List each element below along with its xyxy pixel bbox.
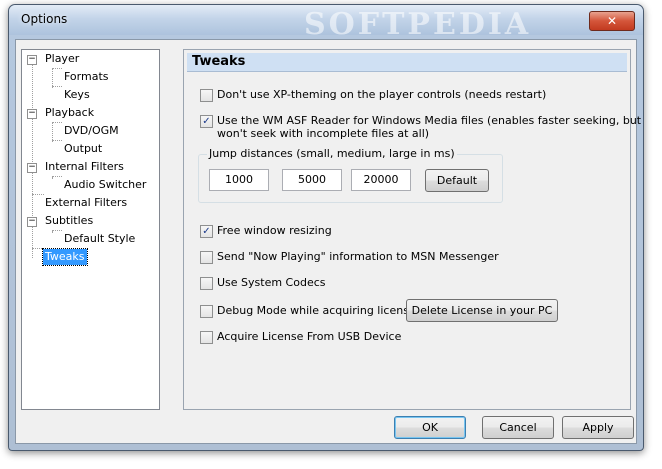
tree-item-label: Default Style: [64, 232, 136, 245]
apply-button[interactable]: Apply: [562, 416, 634, 439]
tree-item-default-style[interactable]: Default Style: [22, 231, 157, 249]
system-codecs-label: Use System Codecs: [217, 276, 326, 289]
jump-medium-input[interactable]: 5000: [282, 169, 342, 191]
wm-asf-label-line2: won't seek with incomplete files at all): [217, 127, 430, 140]
debug-mode-label: Debug Mode while acquiring license.: [217, 304, 420, 317]
wm-asf-checkbox[interactable]: ✓: [200, 115, 213, 128]
close-button[interactable]: ✕: [589, 11, 635, 31]
tree-item-label: Formats: [64, 70, 109, 83]
jump-small-input[interactable]: 1000: [209, 169, 269, 191]
collapse-icon[interactable]: −: [27, 217, 37, 227]
collapse-icon[interactable]: −: [27, 55, 37, 65]
tree-item-player[interactable]: − Player: [22, 51, 157, 69]
debug-mode-checkbox[interactable]: [200, 305, 213, 318]
check-icon: ✓: [202, 226, 211, 237]
free-resize-label: Free window resizing: [217, 224, 332, 237]
tree-item-tweaks[interactable]: Tweaks: [22, 248, 157, 267]
options-tree[interactable]: − Player Formats Keys − Playback DVD/OGM…: [21, 49, 160, 410]
dialog-client: − Player Formats Keys − Playback DVD/OGM…: [15, 39, 641, 444]
delete-license-button[interactable]: Delete License in your PC: [406, 299, 558, 322]
collapse-icon[interactable]: −: [27, 163, 37, 173]
panel-header: Tweaks: [187, 53, 627, 72]
xp-theming-checkbox[interactable]: [200, 89, 213, 102]
tweaks-panel: Tweaks Don't use XP-theming on the playe…: [183, 49, 641, 410]
tree-item-subtitles[interactable]: − Subtitles: [22, 213, 157, 231]
default-button[interactable]: Default: [425, 169, 489, 192]
tree-item-output[interactable]: Output: [22, 141, 157, 159]
tree-item-keys[interactable]: Keys: [22, 87, 157, 105]
page-title: Tweaks: [192, 54, 246, 69]
tree-item-formats[interactable]: Formats: [22, 69, 157, 87]
now-playing-label: Send "Now Playing" information to MSN Me…: [217, 250, 499, 263]
tree-item-label: Audio Switcher: [64, 178, 147, 191]
usb-license-checkbox[interactable]: [200, 331, 213, 344]
window-title: Options: [21, 12, 68, 26]
close-icon: ✕: [606, 14, 618, 28]
title-bar[interactable]: Options SOFTPEDIA ✕: [9, 5, 643, 42]
tree-item-label: Output: [64, 142, 103, 155]
tree-item-label: Internal Filters: [45, 160, 124, 173]
tree-item-playback[interactable]: − Playback: [22, 105, 157, 123]
tree-item-label: Player: [45, 52, 80, 65]
tree-item-label: Keys: [64, 88, 90, 101]
tree-item-audio-switcher[interactable]: Audio Switcher: [22, 177, 157, 195]
tree-item-dvd-ogm[interactable]: DVD/OGM: [22, 123, 157, 141]
tree-item-label: Tweaks: [42, 248, 88, 266]
watermark: SOFTPEDIA: [304, 7, 532, 42]
tree-item-internal-filters[interactable]: − Internal Filters: [22, 159, 157, 177]
free-resize-checkbox[interactable]: ✓: [200, 225, 213, 238]
tree-item-external-filters[interactable]: External Filters: [22, 195, 157, 213]
tree-item-label: Playback: [45, 106, 95, 119]
xp-theming-label: Don't use XP-theming on the player contr…: [217, 88, 547, 101]
jump-large-input[interactable]: 20000: [351, 169, 411, 191]
jump-distances-label: Jump distances (small, medium, large in …: [207, 147, 457, 160]
now-playing-checkbox[interactable]: [200, 251, 213, 264]
check-icon: ✓: [202, 116, 211, 127]
cancel-button[interactable]: Cancel: [482, 416, 554, 439]
tree-item-label: External Filters: [45, 196, 128, 209]
tree-item-label: DVD/OGM: [64, 124, 119, 137]
system-codecs-checkbox[interactable]: [200, 277, 213, 290]
wm-asf-label-line1: Use the WM ASF Reader for Windows Media …: [217, 114, 642, 127]
usb-license-label: Acquire License From USB Device: [217, 330, 402, 343]
tree-item-label: Subtitles: [45, 214, 94, 227]
jump-distances-group: Jump distances (small, medium, large in …: [198, 147, 503, 203]
options-window: Options SOFTPEDIA ✕ − Player Formats Key…: [8, 4, 644, 451]
collapse-icon[interactable]: −: [27, 109, 37, 119]
ok-button[interactable]: OK: [394, 416, 466, 439]
